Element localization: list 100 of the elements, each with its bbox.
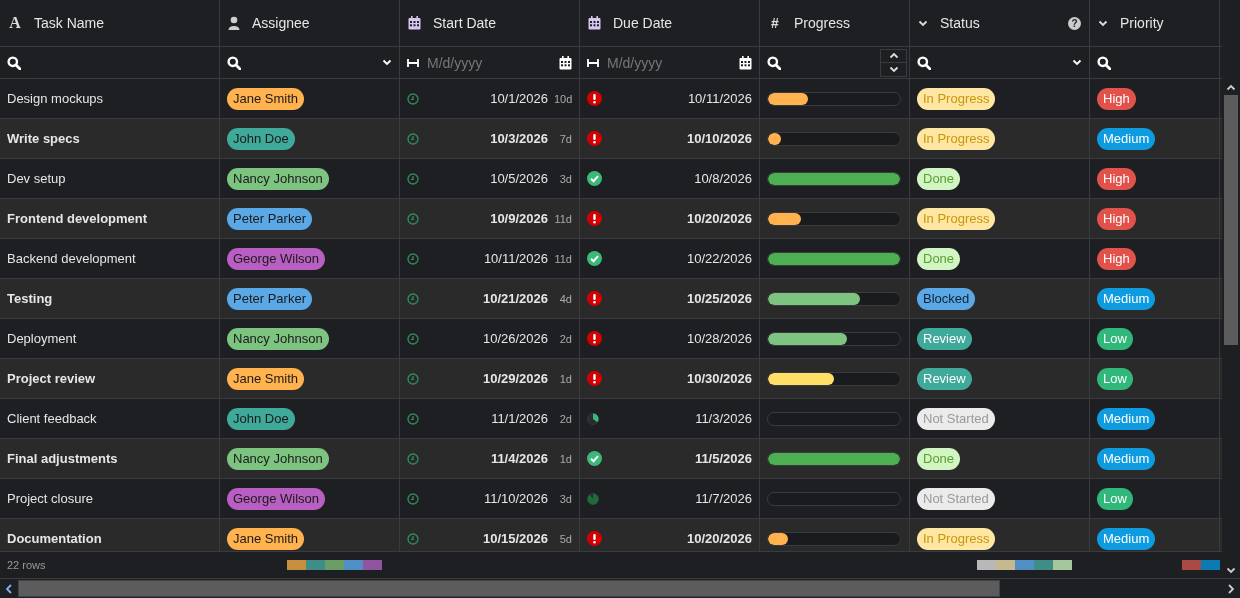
due-date: 10/10/2026 (686, 131, 752, 146)
assignee-tag: Jane Smith (227, 527, 305, 550)
header-label: Status (940, 15, 980, 31)
status-tag: Not Started (917, 407, 995, 430)
assignee-tag: Nancy Johnson (227, 167, 329, 190)
status-tag: In Progress (917, 207, 996, 230)
horizontal-scrollbar[interactable] (0, 578, 1240, 598)
due-date: 10/22/2026 (686, 251, 752, 266)
search-icon[interactable] (227, 55, 241, 70)
scroll-thumb[interactable] (1224, 95, 1238, 345)
clock-icon (407, 172, 419, 185)
task-name: Testing (0, 279, 220, 318)
column-header[interactable]: A Task Name (0, 0, 220, 46)
task-name: Documentation (0, 519, 220, 551)
task-name: Frontend development (0, 199, 220, 238)
start-date: 10/11/2026 (483, 251, 548, 266)
priority-tag: High (1097, 207, 1136, 230)
calendar-icon (588, 16, 601, 30)
clock-icon (407, 492, 419, 505)
header-label: Progress (794, 15, 851, 31)
assignee-tag: Jane Smith (227, 367, 305, 390)
due-date: 10/11/2026 (687, 91, 752, 106)
assignee-tag: Nancy Johnson (227, 447, 329, 470)
status-tag: Done (917, 247, 961, 270)
scroll-thumb[interactable] (18, 580, 1000, 597)
status-tag: Done (917, 167, 961, 190)
clock-icon (407, 332, 419, 345)
status-tag: In Progress (917, 87, 996, 110)
due-date: 10/20/2026 (686, 211, 752, 226)
column-header[interactable]: Priority (1090, 0, 1220, 46)
duration: 2d (558, 332, 572, 345)
duration: 5d (558, 532, 572, 545)
chevron-icon[interactable] (1098, 19, 1108, 27)
type-icon: # (768, 15, 782, 31)
priority-tag: Medium (1097, 527, 1156, 550)
down-icon[interactable] (888, 65, 899, 73)
search-icon[interactable] (917, 55, 931, 70)
assignee-tag: George Wilson (227, 487, 325, 510)
search-icon[interactable] (7, 55, 21, 70)
clock-icon (407, 452, 419, 465)
priority-tag: Medium (1097, 127, 1156, 150)
down-icon[interactable] (1226, 566, 1236, 574)
search-icon[interactable] (1097, 55, 1111, 70)
type-icon: A (8, 14, 22, 32)
start-date: 10/9/2026 (490, 211, 548, 226)
duration: 1d (558, 452, 572, 465)
due-date: 11/3/2026 (695, 411, 752, 426)
column-header[interactable]: # Progress (760, 0, 910, 46)
task-name: Design mockups (0, 79, 220, 118)
status-tag: Review (917, 367, 972, 390)
duration: 4d (558, 292, 572, 305)
clock-icon (407, 532, 419, 545)
up-icon[interactable] (1226, 83, 1236, 91)
calendar-icon (408, 16, 421, 30)
dropdown-icon[interactable] (1072, 59, 1082, 66)
header-label: Start Date (433, 15, 497, 31)
task-name: Client feedback (0, 399, 220, 438)
column-header[interactable]: Status ? (910, 0, 1090, 46)
priority-tag: Low (1097, 487, 1133, 510)
assignee-tag: John Doe (227, 127, 295, 150)
start-date: 10/5/2026 (490, 171, 548, 186)
assignee-tag: George Wilson (227, 247, 325, 270)
clock-icon (407, 212, 419, 225)
status-tag: Not Started (917, 487, 995, 510)
due-date: 11/7/2026 (695, 491, 752, 506)
distribution-bar (1182, 560, 1220, 570)
task-name: Final adjustments (0, 439, 220, 478)
task-name: Project closure (0, 479, 220, 518)
column-header[interactable]: Assignee (220, 0, 400, 46)
search-icon[interactable] (767, 55, 781, 70)
assignee-tag: Nancy Johnson (227, 327, 329, 350)
calendar-icon[interactable] (739, 55, 752, 70)
priority-tag: Medium (1097, 287, 1156, 310)
calendar-icon[interactable] (559, 55, 572, 70)
start-date: 10/15/2026 (482, 531, 548, 546)
start-date: 10/3/2026 (490, 131, 548, 146)
due-date: 10/28/2026 (686, 331, 752, 346)
spinner[interactable] (880, 48, 907, 77)
date-input[interactable]: M/d/yyyy (607, 54, 731, 71)
status-tag: In Progress (917, 127, 996, 150)
chevron-icon[interactable] (918, 19, 928, 27)
priority-tag: Low (1097, 327, 1133, 350)
due-date: 11/5/2026 (694, 451, 752, 466)
column-header[interactable]: Start Date (400, 0, 580, 46)
start-date: 10/21/2026 (482, 291, 548, 306)
due-date: 10/25/2026 (686, 291, 752, 306)
priority-tag: High (1097, 87, 1136, 110)
task-name: Dev setup (0, 159, 220, 198)
duration: 11d (554, 252, 572, 265)
row-count: 22 rows (7, 559, 46, 571)
up-icon[interactable] (888, 52, 899, 60)
duration: 3d (558, 492, 572, 505)
column-header[interactable]: Due Date (580, 0, 760, 46)
assignee-tag: Jane Smith (227, 87, 305, 110)
help-icon[interactable]: ? (1068, 16, 1081, 30)
task-name: Deployment (0, 319, 220, 358)
date-input[interactable]: M/d/yyyy (427, 54, 551, 71)
range-icon (407, 58, 419, 67)
status-tag: Review (917, 327, 972, 350)
dropdown-icon[interactable] (382, 59, 392, 66)
